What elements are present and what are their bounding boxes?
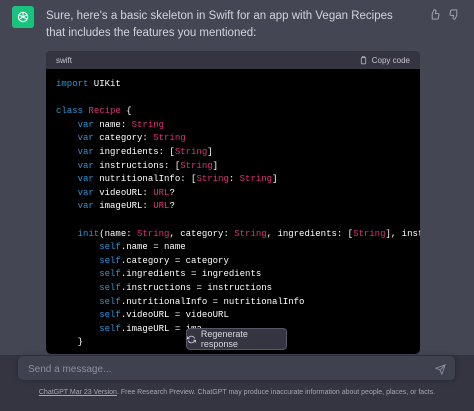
disclaimer-text: . Free Research Preview. ChatGPT may pro… bbox=[116, 389, 436, 396]
regenerate-response-button[interactable]: Regenerate response bbox=[186, 328, 287, 350]
footer-disclaimer: ChatGPT Mar 23 Version. Free Research Pr… bbox=[0, 389, 474, 396]
paper-plane-icon bbox=[434, 364, 446, 376]
thumbs-up-icon[interactable] bbox=[428, 8, 440, 20]
copy-code-label: Copy code bbox=[371, 55, 410, 65]
assistant-avatar bbox=[12, 6, 34, 28]
code-block-header: swift Copy code bbox=[46, 51, 420, 69]
version-link[interactable]: ChatGPT Mar 23 Version bbox=[39, 389, 117, 396]
code-content: import UIKit class Recipe { var name: St… bbox=[56, 79, 420, 348]
openai-logo-icon bbox=[17, 11, 29, 23]
regenerate-response-label: Regenerate response bbox=[200, 329, 248, 349]
code-language-label: swift bbox=[56, 55, 72, 65]
message-input[interactable] bbox=[26, 356, 430, 382]
code-block: swift Copy code import UIKit class Recip… bbox=[46, 51, 420, 354]
copy-code-button[interactable]: Copy code bbox=[359, 56, 410, 65]
message-composer bbox=[18, 356, 455, 382]
thumbs-down-icon[interactable] bbox=[448, 8, 460, 20]
clipboard-icon bbox=[360, 55, 366, 64]
message-actions bbox=[428, 8, 460, 20]
assistant-message-text: Sure, here's a basic skeleton in Swift f… bbox=[46, 10, 393, 39]
refresh-icon bbox=[187, 335, 196, 343]
send-button[interactable] bbox=[434, 362, 447, 376]
